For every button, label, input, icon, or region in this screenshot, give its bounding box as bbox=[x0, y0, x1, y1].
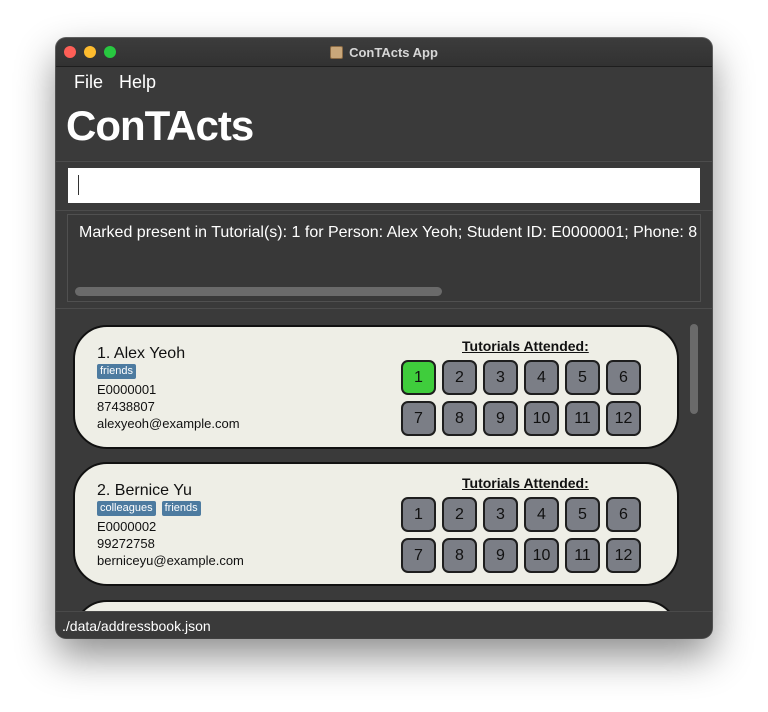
person-card[interactable] bbox=[73, 600, 679, 611]
tutorial-button-9[interactable]: 9 bbox=[483, 401, 518, 436]
person-card[interactable]: 1. Alex Yeoh friends E0000001 87438807 a… bbox=[73, 325, 679, 449]
tutorial-button-7[interactable]: 7 bbox=[401, 538, 436, 573]
person-card[interactable]: 2. Bernice Yu colleagues friends E000000… bbox=[73, 462, 679, 586]
tutorial-button-2[interactable]: 2 bbox=[442, 497, 477, 532]
phone: 99272758 bbox=[97, 536, 155, 551]
command-input[interactable] bbox=[68, 168, 700, 203]
tutorial-button-2[interactable]: 2 bbox=[442, 360, 477, 395]
tutorial-button-4[interactable]: 4 bbox=[524, 497, 559, 532]
person-list[interactable]: 1. Alex Yeoh friends E0000001 87438807 a… bbox=[56, 311, 712, 611]
tag-list: colleagues friends bbox=[97, 501, 201, 516]
result-message: Marked present in Tutorial(s): 1 for Per… bbox=[79, 224, 698, 241]
tutorial-button-3[interactable]: 3 bbox=[483, 360, 518, 395]
divider bbox=[56, 210, 712, 211]
tutorial-button-6[interactable]: 6 bbox=[606, 360, 641, 395]
address-book-icon bbox=[330, 45, 344, 59]
menu-bar: File Help bbox=[56, 67, 712, 99]
tutorials-attended-label: Tutorials Attended: bbox=[462, 338, 589, 354]
tutorial-button-10[interactable]: 10 bbox=[524, 538, 559, 573]
tutorial-button-8[interactable]: 8 bbox=[442, 538, 477, 573]
result-display[interactable]: Marked present in Tutorial(s): 1 for Per… bbox=[67, 214, 701, 302]
app-window: ConTActs App File Help ConTActs Marked p… bbox=[56, 38, 712, 638]
tutorial-button-7[interactable]: 7 bbox=[401, 401, 436, 436]
tutorial-button-8[interactable]: 8 bbox=[442, 401, 477, 436]
tag: friends bbox=[97, 364, 137, 379]
tutorial-button-11[interactable]: 11 bbox=[565, 538, 600, 573]
menu-file[interactable]: File bbox=[66, 67, 111, 99]
tutorial-button-11[interactable]: 11 bbox=[565, 401, 600, 436]
student-id: E0000002 bbox=[97, 519, 157, 534]
tutorial-button-12[interactable]: 12 bbox=[606, 538, 641, 573]
person-name: 2. Bernice Yu bbox=[97, 482, 192, 499]
tutorial-button-1[interactable]: 1 bbox=[401, 497, 436, 532]
tutorial-button-5[interactable]: 5 bbox=[565, 497, 600, 532]
app-heading: ConTActs bbox=[66, 102, 254, 149]
tutorial-button-5[interactable]: 5 bbox=[565, 360, 600, 395]
divider bbox=[56, 308, 712, 309]
person-name: 1. Alex Yeoh bbox=[97, 345, 186, 362]
text-caret bbox=[78, 175, 79, 195]
result-horizontal-scrollbar[interactable] bbox=[75, 287, 442, 296]
window-title: ConTActs App bbox=[349, 44, 438, 60]
tutorial-button-9[interactable]: 9 bbox=[483, 538, 518, 573]
phone: 87438807 bbox=[97, 399, 155, 414]
tutorial-button-3[interactable]: 3 bbox=[483, 497, 518, 532]
person-list-scrollbar[interactable] bbox=[690, 324, 698, 414]
student-id: E0000001 bbox=[97, 382, 157, 397]
menu-help[interactable]: Help bbox=[111, 67, 164, 99]
tutorial-grid: 1 2 3 4 5 6 7 8 9 10 11 12 bbox=[401, 360, 641, 436]
save-location: ./data/addressbook.json bbox=[62, 618, 211, 634]
tutorial-button-12[interactable]: 12 bbox=[606, 401, 641, 436]
tutorial-button-4[interactable]: 4 bbox=[524, 360, 559, 395]
title-bar[interactable]: ConTActs App bbox=[56, 38, 712, 67]
tutorial-grid: 1 2 3 4 5 6 7 8 9 10 11 12 bbox=[401, 497, 641, 573]
email: alexyeoh@example.com bbox=[97, 416, 240, 431]
tutorial-button-6[interactable]: 6 bbox=[606, 497, 641, 532]
tutorials-attended-label: Tutorials Attended: bbox=[462, 475, 589, 491]
divider bbox=[56, 161, 712, 162]
tag-list: friends bbox=[97, 364, 137, 379]
tutorial-button-10[interactable]: 10 bbox=[524, 401, 559, 436]
window-title-group: ConTActs App bbox=[56, 38, 712, 66]
tag: colleagues bbox=[97, 501, 156, 516]
tag: friends bbox=[161, 501, 201, 516]
email: berniceyu@example.com bbox=[97, 553, 244, 568]
tutorial-button-1[interactable]: 1 bbox=[401, 360, 436, 395]
status-bar: ./data/addressbook.json bbox=[56, 611, 712, 638]
